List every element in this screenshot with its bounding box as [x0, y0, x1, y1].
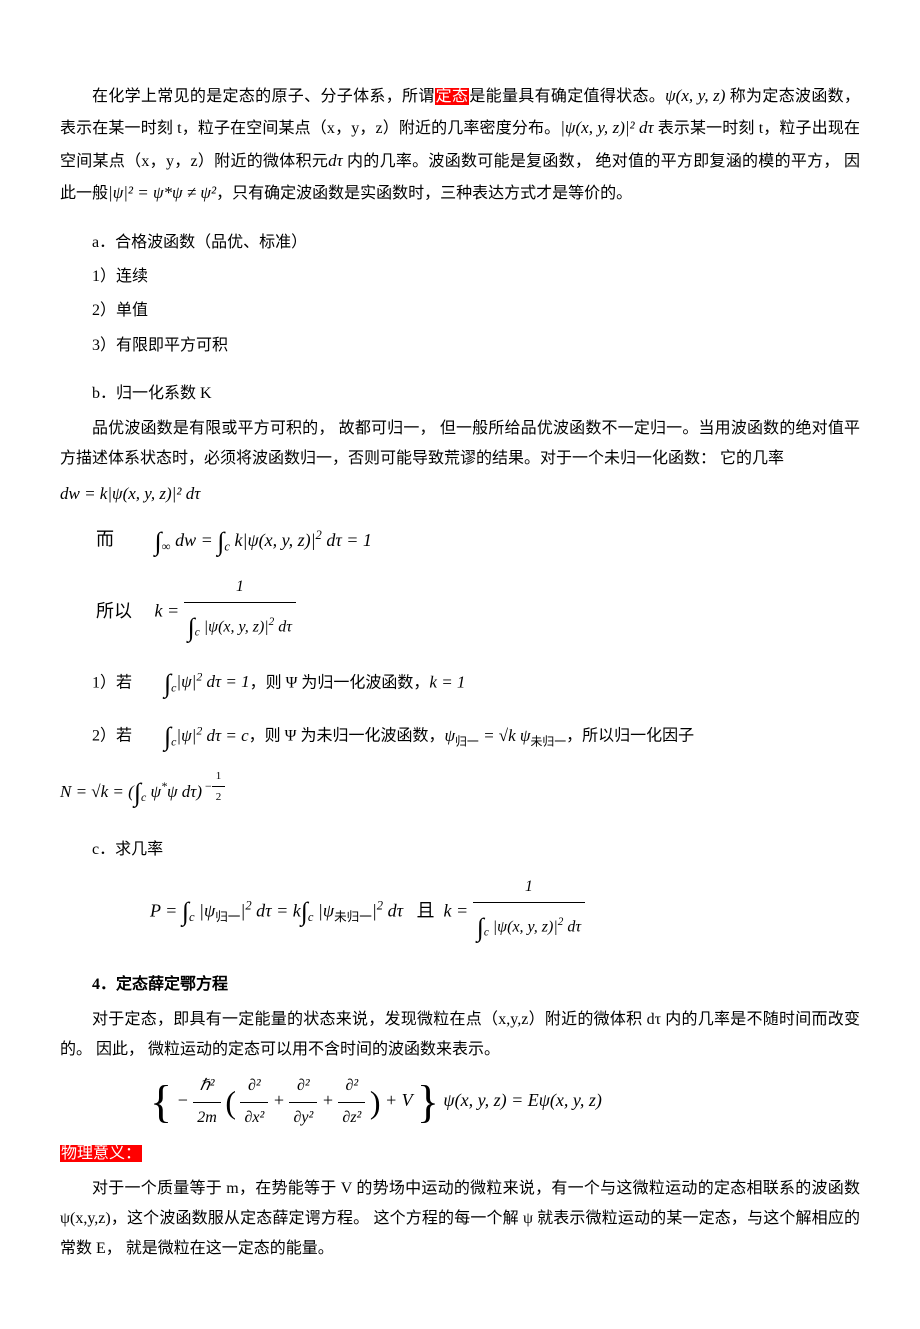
sec-a-item2: 2）单值: [60, 296, 860, 326]
eq-integral-1: 而 ∫∞ dw = ∫c k|ψ(x, y, z)|2 dτ = 1: [60, 517, 860, 566]
physical-meaning-label: 物理意义：: [60, 1139, 860, 1169]
numerator: 1: [184, 572, 296, 603]
text: 在化学上常见的是定态的原子、分子体系，所谓: [92, 88, 435, 105]
text: 2）若: [92, 728, 132, 745]
eq-dw: dw = k|ψ(x, y, z)|² dτ: [60, 478, 860, 510]
fraction: 1 ∫c |ψ(x, y, z)|2 dτ: [184, 572, 296, 653]
eq-schrodinger: { − ℏ²2m ( ∂²∂x² + ∂²∂y² + ∂²∂z² ) + V }…: [60, 1071, 860, 1133]
integral-icon: ∫: [155, 517, 162, 566]
text: ，只有确定波函数是实函数时，三种表达方式才是等价的。: [216, 185, 632, 202]
formula-psi-norm: ψ归一 = √k ψ未归一: [444, 726, 566, 745]
text: ，所以归一化因子: [566, 728, 694, 745]
sec-4-para1: 对于定态，即具有一定能量的状态来说，发现微粒在点（x,y,z）附近的微体积 dτ…: [60, 1005, 860, 1066]
sec-b-para: 品优波函数是有限或平方可积的， 故都可归一， 但一般所给品优波函数不一定归一。当…: [60, 414, 860, 475]
label-suoyi: 所以: [96, 594, 150, 628]
label-qie: 且: [417, 900, 435, 920]
numerator: 1: [473, 872, 585, 903]
label-er: 而: [96, 522, 150, 556]
text: ，则 Ψ 为归一化波函数，: [250, 674, 430, 691]
text: 是能量具有确定值得状态。: [469, 88, 665, 105]
sec-b-title: b．归一化系数 K: [60, 379, 860, 409]
sec-a-title: a．合格波函数（品优、标准）: [60, 228, 860, 258]
eq-k: 所以 k = 1 ∫c |ψ(x, y, z)|2 dτ: [60, 572, 860, 653]
fraction: 1 ∫c |ψ(x, y, z)|2 dτ: [473, 872, 585, 953]
sec-c-title: c．求几率: [60, 835, 860, 865]
highlight-meaning: 物理意义：: [60, 1145, 142, 1162]
text: ，则 Ψ 为未归一化波函数，: [249, 728, 445, 745]
formula-dtau: dτ: [328, 151, 343, 170]
formula-psi-conj: |ψ|² = ψ*ψ ≠ ψ²: [108, 183, 216, 202]
sec-a-item3: 3）有限即平方可积: [60, 331, 860, 361]
formula-psi2-dtau: |ψ(x, y, z)|² dτ: [560, 118, 653, 137]
sec-4-title: 4．定态薛定鄂方程: [60, 970, 860, 1000]
text: k =: [444, 900, 473, 920]
para-intro: 在化学上常见的是定态的原子、分子体系，所谓定态是能量具有确定值得状态。ψ(x, …: [60, 80, 860, 210]
denominator: ∫c |ψ(x, y, z)|2 dτ: [473, 903, 585, 952]
text: k =: [155, 601, 184, 621]
eq-N: N = √k = (∫c ψ*ψ dτ) −12: [60, 766, 860, 818]
formula-int-c: ∫c|ψ|2 dτ = c: [132, 726, 249, 745]
highlight-dingtai: 定态: [435, 88, 470, 105]
sec-b-item2: 2）若∫c|ψ|2 dτ = c，则 Ψ 为未归一化波函数，ψ归一 = √k ψ…: [60, 712, 860, 761]
formula-psi-xyz: ψ(x, y, z): [665, 86, 725, 105]
text: 1）若: [92, 674, 132, 691]
eq-P: P = ∫c |ψ归一|2 dτ = k∫c |ψ未归一|2 dτ 且 k = …: [60, 872, 860, 953]
sec-b-item1: 1）若∫c|ψ|2 dτ = 1，则 Ψ 为归一化波函数，k = 1: [60, 659, 860, 708]
formula-int-1: ∫c|ψ|2 dτ = 1: [132, 672, 250, 691]
sec-a-item1: 1）连续: [60, 262, 860, 292]
denominator: ∫c |ψ(x, y, z)|2 dτ: [184, 603, 296, 652]
sec-4-para2: 对于一个质量等于 m，在势能等于 V 的势场中运动的微粒来说，有一个与这微粒运动…: [60, 1174, 860, 1265]
formula-k1: k = 1: [429, 672, 465, 691]
